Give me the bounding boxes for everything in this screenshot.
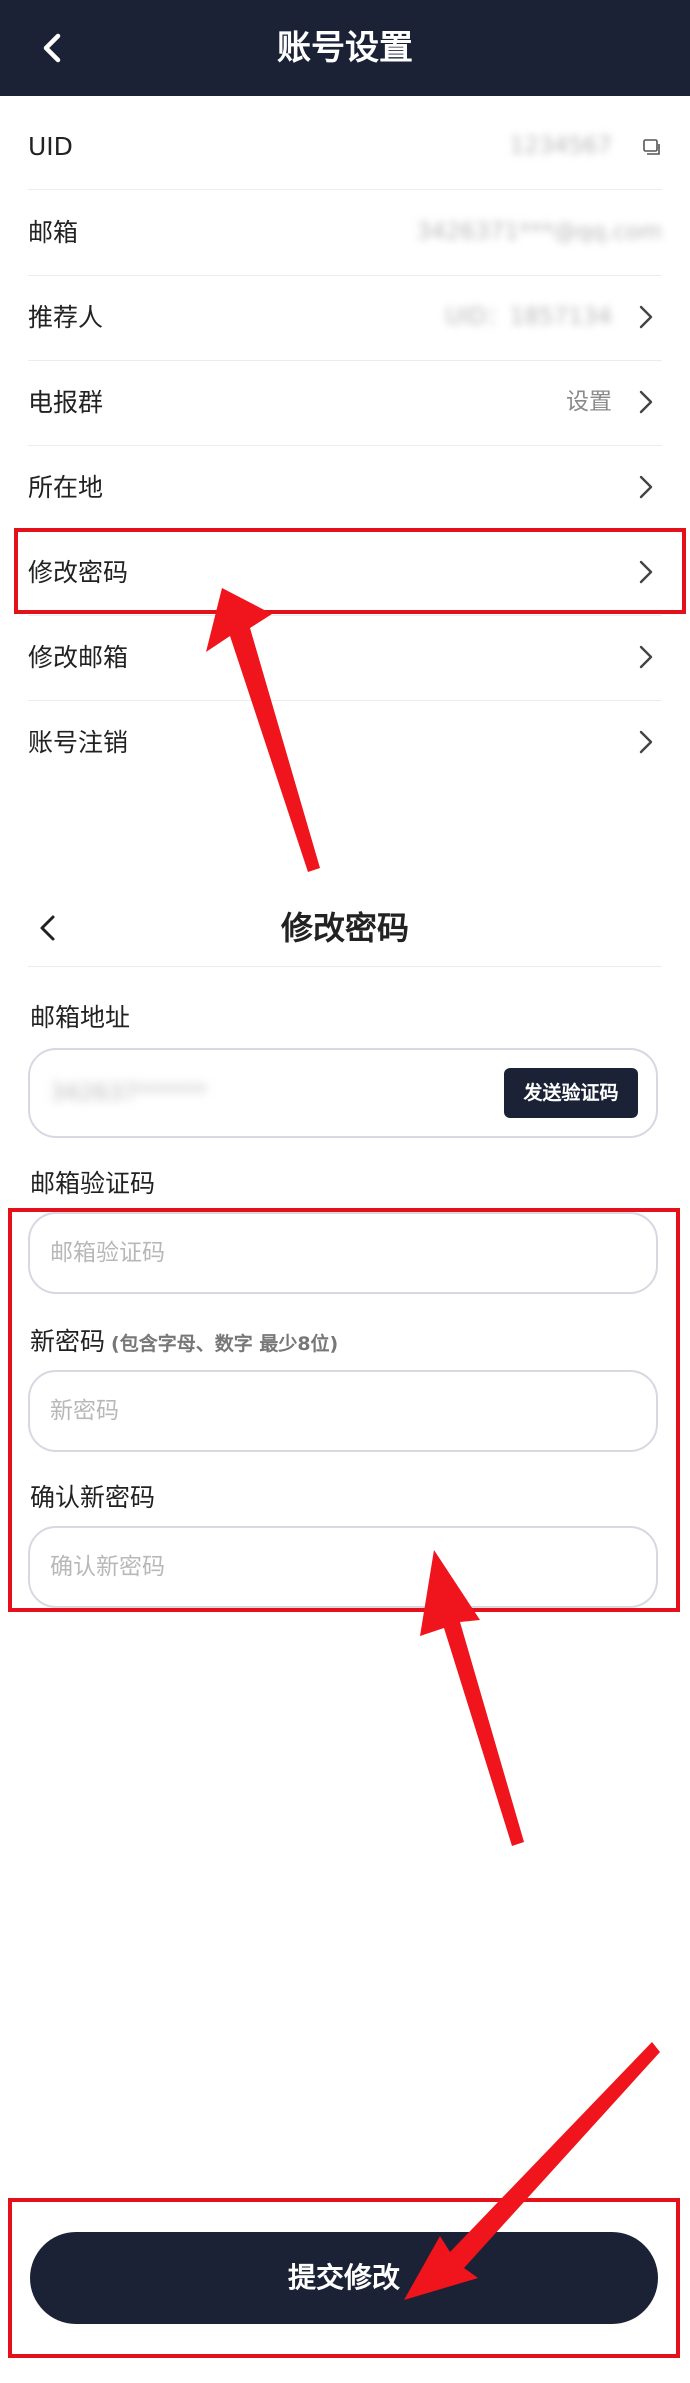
settings-row-email: 邮箱 3426371***@qq.com <box>0 190 690 275</box>
email-label: 邮箱 <box>28 218 79 247</box>
uid-value: 1234567 <box>509 133 612 159</box>
email-code-label: 邮箱验证码 <box>30 1169 156 1198</box>
settings-row-uid: UID 1234567 <box>0 104 690 189</box>
highlight-box-submit <box>8 2198 680 2358</box>
settings-row-location[interactable]: 所在地 <box>0 445 690 530</box>
highlight-box-password-fields <box>8 1208 680 1612</box>
settings-row-change-email[interactable]: 修改邮箱 <box>0 615 690 700</box>
chevron-right-icon <box>639 645 653 669</box>
chevron-right-icon <box>639 475 653 499</box>
email-address-label: 邮箱地址 <box>30 1003 131 1032</box>
chevron-right-icon <box>639 390 653 414</box>
delete-account-label: 账号注销 <box>28 728 129 757</box>
telegram-value: 设置 <box>566 389 612 415</box>
referrer-label: 推荐人 <box>28 303 104 332</box>
change-email-label: 修改邮箱 <box>28 643 129 672</box>
referrer-value: UID：1857134 <box>445 304 612 330</box>
highlight-box-change-password <box>14 528 686 614</box>
send-code-button[interactable]: 发送验证码 <box>504 1068 638 1118</box>
chevron-right-icon <box>639 730 653 754</box>
chevron-right-icon <box>639 305 653 329</box>
uid-label: UID <box>28 132 73 161</box>
divider <box>28 966 662 967</box>
settings-row-delete-account[interactable]: 账号注销 <box>0 700 690 785</box>
telegram-label: 电报群 <box>28 388 104 417</box>
email-address-value: 342637****** <box>50 1080 207 1106</box>
page-title: 账号设置 <box>277 28 413 68</box>
email-value: 3426371***@qq.com <box>416 219 662 245</box>
password-page-title: 修改密码 <box>280 909 409 947</box>
settings-row-referrer[interactable]: 推荐人 UID：1857134 <box>0 275 690 360</box>
settings-row-telegram[interactable]: 电报群 设置 <box>0 360 690 445</box>
location-label: 所在地 <box>28 473 104 502</box>
copy-icon[interactable] <box>642 137 662 157</box>
email-address-field: 342637****** 发送验证码 <box>28 1048 658 1138</box>
